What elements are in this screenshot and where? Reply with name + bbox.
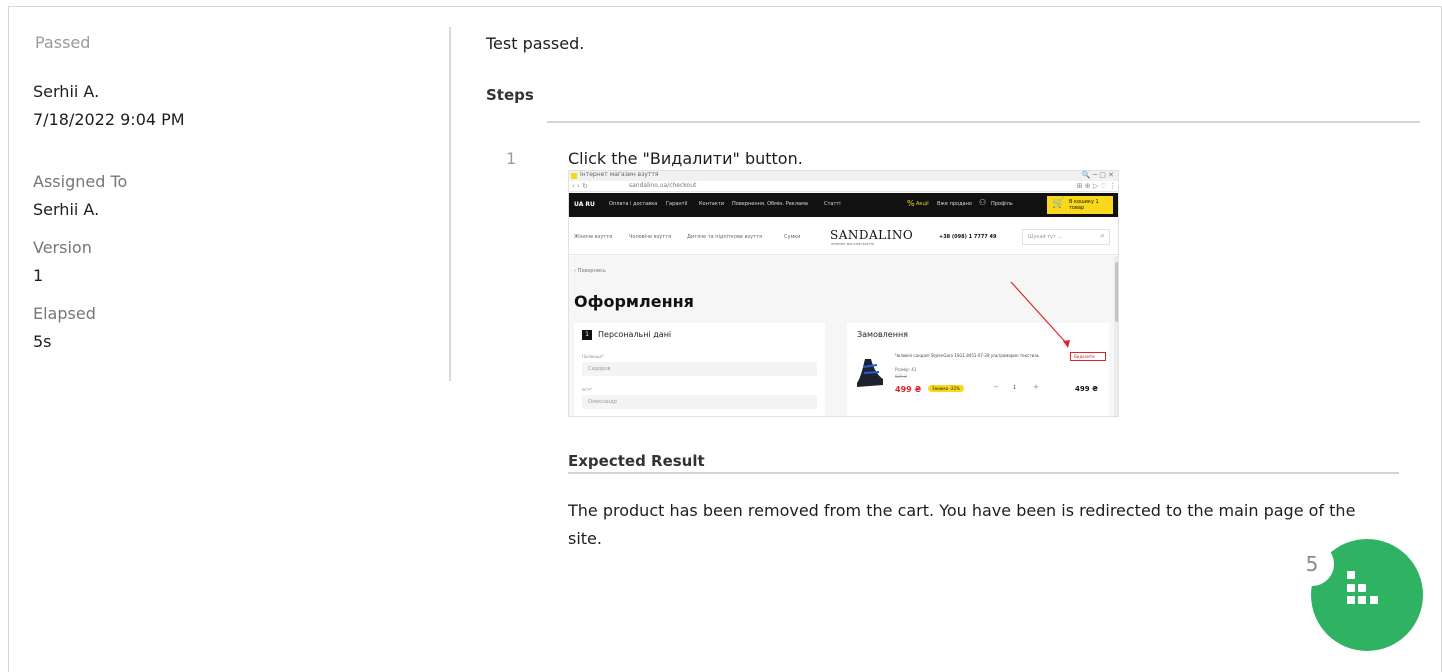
language-switch[interactable]: UA RU <box>574 201 595 208</box>
result-text: Test passed. <box>486 34 585 53</box>
elapsed-label: Elapsed <box>33 304 96 323</box>
checkout-body: ‹ Повернись Оформлення 1 Персональні дан… <box>569 256 1114 416</box>
sold-link[interactable]: Вже продано <box>937 201 972 207</box>
status-label: Passed <box>35 33 91 52</box>
step-screenshot[interactable]: Інтернет магазин взуття 🔍 ─ ▢ ✕ ‹ › ↻ sa… <box>568 170 1119 417</box>
cart-label: В кошику 1 товар <box>1069 199 1099 211</box>
favicon-icon <box>571 173 577 179</box>
nav-link[interactable]: Сумки <box>784 234 801 240</box>
window-controls-icon: 🔍 ─ ▢ ✕ <box>1081 171 1114 179</box>
cart-button[interactable]: 🛒 В кошику 1 товар <box>1047 196 1113 214</box>
site-topbar: UA RU Оплата і доставка Гарантії Контакт… <box>569 193 1118 217</box>
site-navbar: Жіноче взуття Чоловіче взуття Дитяче та … <box>569 217 1118 255</box>
topbar-link[interactable]: Оплата і доставка <box>609 201 657 207</box>
author-name: Serhii A. <box>33 82 100 101</box>
assigned-to-label: Assigned To <box>33 172 128 191</box>
run-datetime: 7/18/2022 9:04 PM <box>33 110 185 129</box>
elapsed-value: 5s <box>33 332 52 351</box>
topbar-link[interactable]: Повернення. Обмін. Реклама <box>732 201 808 207</box>
assigned-to-value: Serhii A. <box>33 200 100 219</box>
browser-address-bar: ‹ › ↻ sandalino.ua/checkout ⊞ ⊕ ▷ ♡ ⋮ <box>569 181 1118 192</box>
nav-link[interactable]: Дитяче та підліткове взуття <box>687 234 762 240</box>
site-logo[interactable]: SANDALINO <box>830 228 913 242</box>
browser-tab-title: Інтернет магазин взуття <box>580 171 659 178</box>
vertical-divider <box>449 27 451 381</box>
screenshot-scrollbar[interactable] <box>1114 256 1118 416</box>
profile-link[interactable]: Профіль <box>991 201 1013 207</box>
search-icon: ⌕ <box>1099 231 1105 241</box>
step-text: Click the "Видалити" button. <box>568 149 803 168</box>
browser-tab-bar: Інтернет магазин взуття 🔍 ─ ▢ ✕ <box>569 171 1118 181</box>
annotation-arrow <box>1010 281 1070 348</box>
expected-result-heading: Expected Result <box>568 452 705 470</box>
user-icon: ⚇ <box>979 198 987 207</box>
cart-icon: 🛒 <box>1052 198 1065 209</box>
site-phone[interactable]: +38 (098) 1 7777 49 <box>939 234 996 240</box>
browser-url: sandalino.ua/checkout <box>629 182 697 189</box>
site-search-placeholder: Шукай тут ... <box>1028 234 1063 240</box>
version-label: Version <box>33 238 92 257</box>
percent-icon: % <box>907 199 915 208</box>
site-logo-subtitle: ІНТЕРНЕТ-МАГАЗИН ВЗУТТЯ <box>831 242 875 246</box>
nav-link[interactable]: Жіноче взуття <box>574 234 612 240</box>
topbar-link[interactable]: Статті <box>824 201 841 207</box>
scrollbar-thumb[interactable] <box>1115 262 1118 322</box>
steps-heading: Steps <box>486 86 534 104</box>
browser-nav-icon: ‹ › ↻ <box>572 182 588 190</box>
topbar-link[interactable]: Контакти <box>699 201 724 207</box>
expected-result-text: The product has been removed from the ca… <box>568 501 1356 548</box>
expected-result-divider <box>568 472 1399 474</box>
topbar-link[interactable]: Гарантії <box>666 201 687 207</box>
site-search-input[interactable]: Шукай тут ... ⌕ <box>1022 229 1110 245</box>
notification-count-badge: 5 <box>1290 542 1334 586</box>
steps-divider <box>547 121 1420 123</box>
version-value: 1 <box>33 266 44 285</box>
browser-extensions-icon: ⊞ ⊕ ▷ ♡ ⋮ <box>1076 182 1116 190</box>
promo-link[interactable]: Акції <box>916 201 929 207</box>
nav-link[interactable]: Чоловіче взуття <box>629 234 671 240</box>
step-number: 1 <box>506 149 517 168</box>
